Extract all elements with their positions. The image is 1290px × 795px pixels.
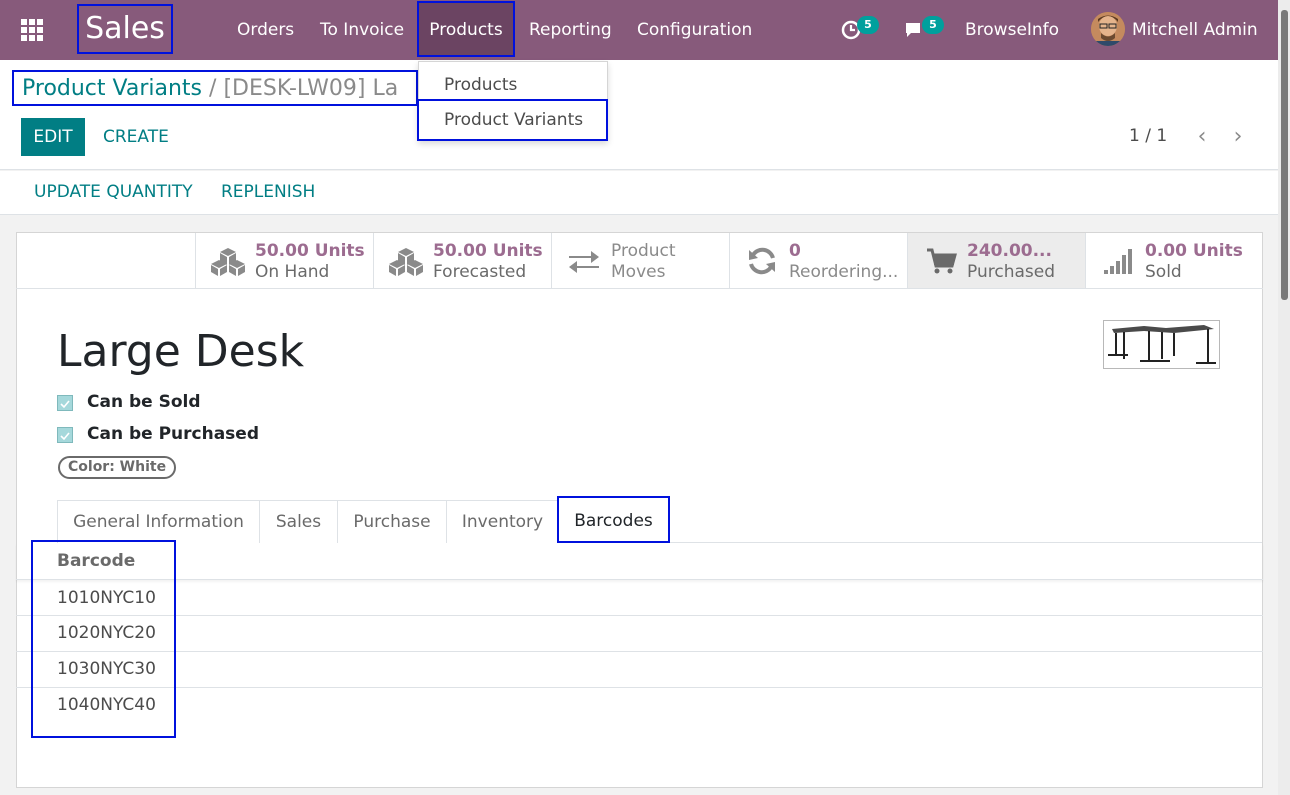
check-icon	[60, 432, 70, 441]
breadcrumb-separator: /	[209, 76, 217, 101]
check-icon	[60, 400, 70, 409]
sold-value: 0.00 Units	[1145, 241, 1243, 261]
tab-inventory[interactable]: Inventory	[446, 500, 559, 543]
tab-general-information[interactable]: General Information	[57, 500, 260, 543]
sold-smart-button[interactable]: 0.00 Units Sold	[1085, 233, 1263, 288]
attribute-tag: Color: White	[58, 456, 177, 479]
pager-next-icon[interactable]: ›	[1228, 124, 1248, 150]
reordering-smart-button[interactable]: 0 Reordering...	[729, 233, 907, 288]
reordering-value: 0	[789, 241, 801, 261]
replenish-button[interactable]: REPLENISH	[221, 182, 315, 202]
top-navbar: Sales Orders To Invoice Products Reporti…	[0, 0, 1278, 60]
can-be-sold-checkbox[interactable]	[57, 395, 73, 411]
cubes-icon	[211, 248, 245, 276]
desk-image	[1108, 325, 1216, 364]
user-avatar[interactable]	[1091, 12, 1125, 46]
products-dropdown-menu: Products Product Variants	[417, 61, 608, 141]
update-quantity-button[interactable]: UPDATE QUANTITY	[34, 182, 193, 202]
can-be-sold-label: Can be Sold	[87, 392, 201, 412]
on-hand-value: 50.00 Units	[255, 241, 365, 261]
sold-label: Sold	[1145, 262, 1182, 282]
forecasted-smart-button[interactable]: 50.00 Units Forecasted	[373, 233, 551, 288]
table-row[interactable]	[16, 652, 1263, 688]
pager-previous-icon[interactable]: ‹	[1192, 124, 1212, 150]
cubes-icon	[389, 248, 423, 276]
product-moves-label: Product Moves	[611, 241, 676, 283]
purchased-label: Purchased	[967, 262, 1055, 282]
purchased-smart-button[interactable]: 240.00... Purchased	[907, 233, 1085, 288]
breadcrumb: Product Variants / [DESK-LW09] La	[12, 70, 418, 106]
product-moves-smart-button[interactable]: Product Moves	[551, 233, 729, 288]
table-row[interactable]	[16, 616, 1263, 652]
product-image[interactable]	[1103, 320, 1220, 369]
on-hand-label: On Hand	[255, 262, 330, 282]
forecasted-label: Forecasted	[433, 262, 527, 282]
refresh-icon	[749, 247, 775, 275]
dropdown-item-products[interactable]: Products	[419, 68, 607, 102]
tab-barcodes[interactable]: Barcodes	[557, 496, 670, 543]
barcode-highlight-box	[31, 540, 176, 738]
user-menu[interactable]: Mitchell Admin	[1132, 0, 1258, 60]
menu-orders[interactable]: Orders	[237, 0, 294, 60]
activity-count-badge: 5	[857, 16, 879, 34]
scrollbar-thumb[interactable]	[1281, 10, 1288, 300]
edit-button[interactable]: EDIT	[21, 118, 85, 156]
cart-icon	[927, 248, 957, 274]
purchased-value: 240.00...	[967, 241, 1052, 261]
breadcrumb-parent[interactable]: Product Variants	[22, 76, 202, 101]
forecasted-value: 50.00 Units	[433, 241, 543, 261]
product-moves-line1: Product	[611, 241, 676, 261]
on-hand-smart-button[interactable]: 50.00 Units On Hand	[195, 233, 373, 288]
product-name[interactable]: Large Desk	[57, 326, 304, 377]
menu-reporting[interactable]: Reporting	[529, 0, 612, 60]
company-switcher[interactable]: BrowseInfo	[965, 0, 1059, 60]
exchange-icon	[569, 251, 599, 273]
barcode-table-header	[16, 543, 1263, 580]
menu-configuration[interactable]: Configuration	[637, 0, 752, 60]
menu-products[interactable]: Products	[417, 1, 515, 57]
can-be-purchased-label: Can be Purchased	[87, 424, 260, 444]
dropdown-item-product-variants[interactable]: Product Variants	[417, 99, 608, 141]
create-button[interactable]: CREATE	[103, 118, 169, 156]
tab-sales[interactable]: Sales	[259, 500, 338, 543]
table-row[interactable]	[16, 580, 1263, 616]
tab-purchase[interactable]: Purchase	[337, 500, 447, 543]
apps-menu-icon[interactable]	[21, 19, 43, 41]
reordering-label: Reordering...	[789, 262, 899, 282]
can-be-purchased-checkbox[interactable]	[57, 427, 73, 443]
pager-value[interactable]: 1 / 1	[1129, 126, 1167, 146]
product-moves-line2: Moves	[611, 262, 666, 282]
menu-to-invoice[interactable]: To Invoice	[320, 0, 404, 60]
breadcrumb-current: [DESK-LW09] La	[223, 76, 399, 101]
app-brand[interactable]: Sales	[77, 4, 173, 54]
message-count-badge: 5	[922, 16, 944, 34]
signal-icon	[1104, 249, 1132, 274]
